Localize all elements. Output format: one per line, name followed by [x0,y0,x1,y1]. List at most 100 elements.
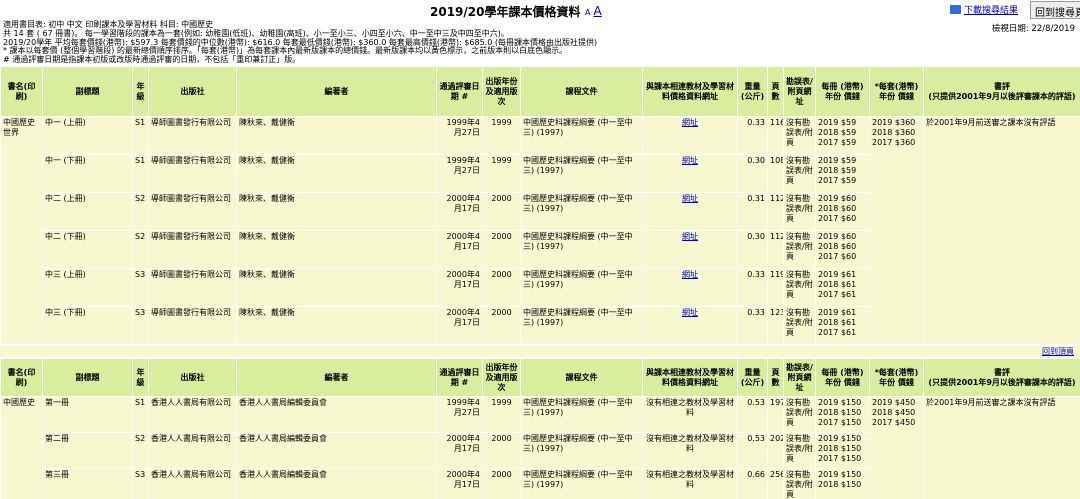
volume-price-cell: 2019 $60 2018 $60 2017 $60 [815,230,870,269]
publisher-cell: 導師圖書發行有限公司 [148,192,237,231]
material-link[interactable]: 網址 [682,194,698,203]
review-date-cell: 2000年4月17日 [436,192,483,231]
material-link[interactable]: 網址 [682,270,698,279]
subtitle-cell: 中二 (下冊) [42,230,133,269]
column-header: 編著者 [236,358,437,397]
author-cell: 香港人人書局編輯委員會 [236,396,437,433]
price-line: 2019 $360 [872,118,916,127]
price-line: 2017 $60 [818,252,857,261]
font-small-button[interactable]: A [585,8,590,17]
column-header: 課程文件 [520,66,643,117]
errata-cell: 沒有勘誤表/附頁 [783,192,816,231]
price-line: 2019 $60 [818,194,857,203]
grade-cell: S1 [132,116,149,155]
curriculum-cell: 中國歷史科課程綱要 (中一至中三) (1997) [520,192,643,231]
subtitle-cell: 第二冊 [42,432,133,469]
volume-price-cell: 2019 $150 2018 $150 [815,468,870,499]
price-line: 2019 $59 [818,118,857,127]
column-header: 通過評審日期 # [436,66,483,117]
back-to-search-button[interactable]: 回到搜尋頁 [1030,1,1080,19]
font-large-button[interactable]: A [593,4,601,18]
edition-year-cell: 2000 [482,230,521,269]
weight-cell: 0.31 [737,192,768,231]
volume-price-cell: 2019 $150 2018 $150 2017 $150 [815,432,870,469]
review-date-cell: 2000年4月17日 [436,468,483,499]
errata-cell: 沒有勘誤表/附頁 [783,396,816,433]
publisher-cell: 導師圖書發行有限公司 [148,268,237,307]
grade-cell: S2 [132,230,149,269]
column-header: 與課本相連教材及學習材料價格資料網址 [642,358,738,397]
edition-year-cell: 1999 [482,116,521,155]
curriculum-cell: 中國歷史科課程綱要 (中一至中三) (1997) [520,396,643,433]
errata-cell: 沒有勘誤表/附頁 [783,468,816,499]
back-to-top-link[interactable]: 回到頂頁 [1042,346,1074,357]
column-header: 出版社 [148,358,237,397]
pages-cell: 112 [767,192,784,231]
author-cell: 陳秋來、戴健衡 [236,268,437,307]
volume-price-cell: 2019 $61 2018 $61 2017 $61 [815,268,870,307]
download-results-link[interactable]: 下載搜尋結果 [950,3,1018,16]
pages-cell: 112 [767,230,784,269]
author-cell: 陳秋來、戴健衡 [236,230,437,269]
pages-cell: 119 [767,268,784,307]
material-link-cell: 網址 [642,306,738,345]
check-date: 檢視日期: 22/8/2019 [991,24,1075,34]
book-title: 中國歷史世界 [0,116,43,345]
subtitle-cell: 中二 (上冊) [42,192,133,231]
price-line: 2019 $150 [818,470,862,479]
review-date-cell: 1999年4月27日 [436,396,483,433]
column-header: 頁數 [767,358,784,397]
price-line: 2019 $61 [818,270,857,279]
column-header: 課程文件 [520,358,643,397]
edition-year-cell: 2000 [482,192,521,231]
price-line: 2017 $59 [818,138,857,147]
review-date-cell: 2000年4月17日 [436,268,483,307]
material-link-cell: 沒有相連之教材及學習材料 [642,396,738,433]
errata-cell: 沒有勘誤表/附頁 [783,268,816,307]
price-line: 2019 $150 [818,434,862,443]
weight-cell: 0.53 [737,396,768,433]
column-header: 年級 [132,358,149,397]
material-link[interactable]: 網址 [682,118,698,127]
grade-cell: S2 [132,192,149,231]
material-link[interactable]: 網址 [682,156,698,165]
price-line: 2018 $150 [818,444,862,453]
volume-price-cell: 2019 $61 2018 $61 2017 $61 [815,306,870,345]
price-line: 2018 $61 [818,318,857,327]
price-line: 2017 $360 [872,138,916,147]
author-cell: 香港人人書局編輯委員會 [236,432,437,469]
pages-cell: 202 [767,432,784,469]
price-line: 2018 $150 [818,480,862,489]
curriculum-cell: 中國歷史科課程綱要 (中一至中三) (1997) [520,432,643,469]
column-header: 出版年份及適用版次 [482,66,521,117]
price-table-2: 書名(印刷) 副標題 年級 出版社 編著者 通過評審日期 # 出版年份及適用版次 課程文件 與課… [0,358,1080,499]
volume-price-cell: 2019 $150 2018 $150 2017 $150 [815,396,870,433]
column-header: 年級 [132,66,149,117]
font-size-controls: AA [585,4,602,18]
curriculum-cell: 中國歷史科課程綱要 (中一至中三) (1997) [520,468,643,499]
table-row: 中國歷史世界 中一 (上冊) S1 導師圖書發行有限公司 陳秋來、戴健衡 1999年4月2… [0,116,1080,345]
subtitle-cell: 中一 (下冊) [42,154,133,193]
column-header: 通過評審日期 # [436,358,483,397]
edition-year-cell: 1999 [482,396,521,433]
author-cell: 陳秋來、戴健衡 [236,116,437,155]
pages-cell: 116 [767,116,784,155]
material-link[interactable]: 網址 [682,308,698,317]
weight-cell: 0.33 [737,268,768,307]
price-line: 2018 $60 [818,242,857,251]
page-title: 2019/20學年課本價格資料 [430,5,581,19]
set-price-cell: 2019 $360 2018 $360 2017 $360 [869,116,924,345]
column-header: 書名(印刷) [0,358,43,397]
material-link[interactable]: 網址 [682,232,698,241]
pages-cell: 197 [767,396,784,433]
price-line: 2018 $150 [818,408,862,417]
price-line: 2019 $60 [818,232,857,241]
edition-year-cell: 2000 [482,306,521,345]
price-line: 2019 $59 [818,156,857,165]
price-line: 2018 $360 [872,128,916,137]
price-line: 2017 $150 [818,454,862,463]
column-header: 重量(公斤) [737,66,768,117]
weight-cell: 0.33 [737,116,768,155]
material-link-cell: 網址 [642,230,738,269]
review-date-cell: 2000年4月17日 [436,432,483,469]
